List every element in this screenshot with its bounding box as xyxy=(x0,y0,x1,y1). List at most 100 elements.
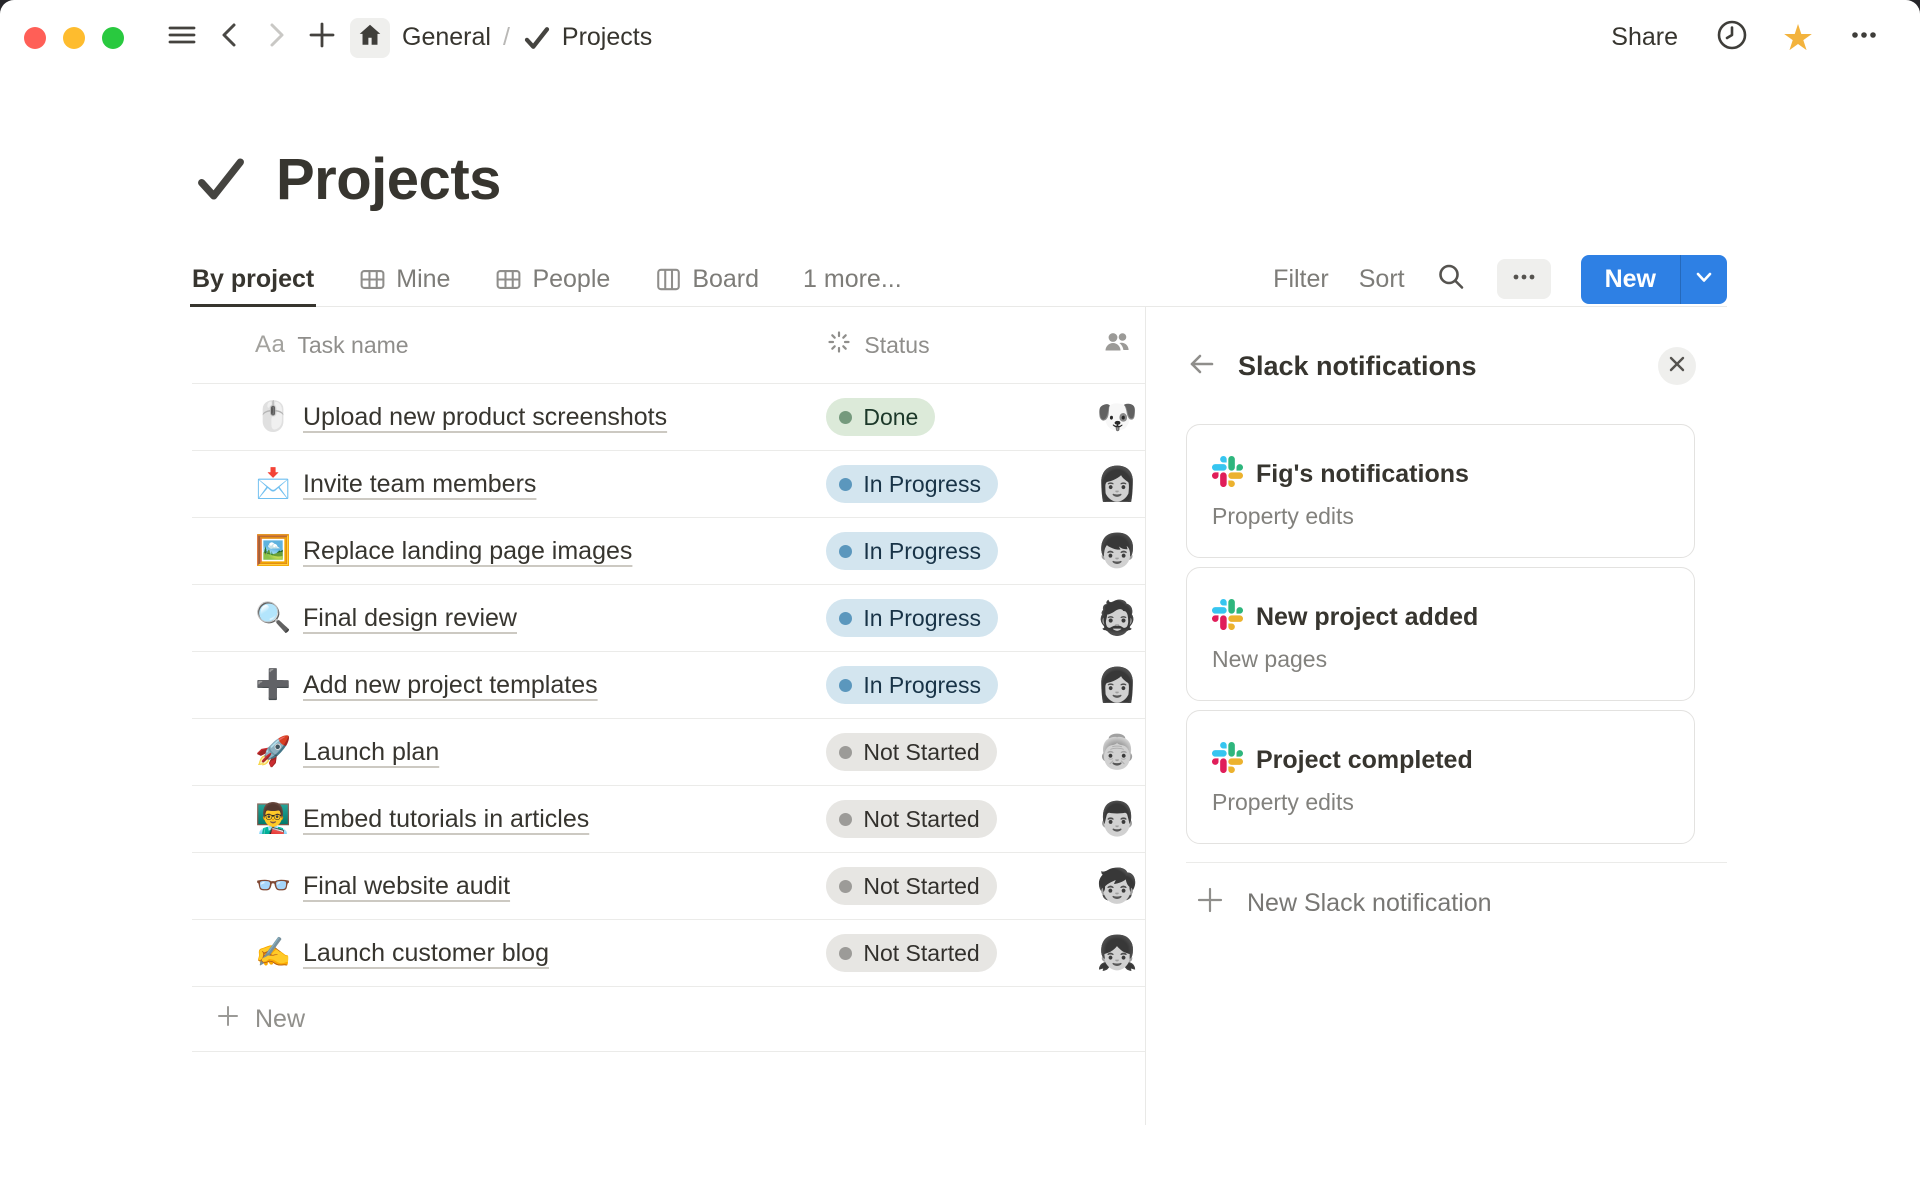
status-badge[interactable]: In Progress xyxy=(826,465,998,503)
people-icon xyxy=(1103,328,1131,362)
bearded-man-glasses-avatar[interactable]: 🧔 xyxy=(1098,599,1136,637)
view-tab-people[interactable]: People xyxy=(494,251,610,307)
slack-logo-icon xyxy=(1212,742,1243,778)
slack-notification-card[interactable]: New project added New pages xyxy=(1186,567,1695,701)
girl-dark-hair-avatar[interactable]: 👧 xyxy=(1098,934,1136,972)
ellipsis-icon xyxy=(1847,18,1881,57)
search-button[interactable] xyxy=(1435,261,1467,298)
sidebar-menu-button[interactable] xyxy=(162,18,202,58)
page-check-icon[interactable] xyxy=(192,150,250,208)
slack-logo-icon xyxy=(1212,456,1243,492)
star-icon: ★ xyxy=(1782,20,1814,56)
status-burst-icon xyxy=(826,329,852,361)
status-dot-icon xyxy=(839,612,852,625)
notification-card-subtitle: New pages xyxy=(1212,646,1694,673)
breadcrumb-root[interactable]: General xyxy=(402,23,491,52)
bald-man-avatar[interactable]: 👨 xyxy=(1098,800,1136,838)
new-slack-notification-button[interactable]: New Slack notification xyxy=(1186,883,1727,923)
task-link[interactable]: Embed tutorials in articles xyxy=(303,805,589,834)
close-window-button[interactable] xyxy=(24,27,46,49)
status-badge[interactable]: Not Started xyxy=(826,800,996,838)
new-dropdown-button[interactable] xyxy=(1680,255,1727,304)
status-label: Not Started xyxy=(863,806,979,833)
panel-back-button[interactable] xyxy=(1186,348,1218,385)
new-button[interactable]: New xyxy=(1581,255,1680,304)
teacher-emoji: 👨‍🏫 xyxy=(255,801,291,837)
status-badge[interactable]: Done xyxy=(826,398,935,436)
filter-button[interactable]: Filter xyxy=(1273,265,1329,294)
incoming-envelope-emoji: 📩 xyxy=(255,466,291,502)
table-row[interactable]: 🖼️ Replace landing page images In Progre… xyxy=(192,518,1145,585)
minimize-window-button[interactable] xyxy=(63,27,85,49)
status-badge[interactable]: In Progress xyxy=(826,666,998,704)
table-row[interactable]: 👓 Final website audit Not Started 🧒 xyxy=(192,853,1145,920)
status-badge[interactable]: Not Started xyxy=(826,867,996,905)
sketch-child-avatar[interactable]: 🧒 xyxy=(1098,867,1136,905)
table-row[interactable]: 🖱️ Upload new product screenshots Done 🐶 xyxy=(192,384,1145,451)
view-tab-mine[interactable]: Mine xyxy=(358,251,450,307)
table-row[interactable]: 🔍 Final design review In Progress 🧔 xyxy=(192,585,1145,652)
woman-dark-hair-avatar[interactable]: 👩 xyxy=(1098,465,1136,503)
task-link[interactable]: Launch plan xyxy=(303,738,439,767)
slack-notification-card[interactable]: Project completed Property edits xyxy=(1186,710,1695,844)
slack-notification-card[interactable]: Fig's notifications Property edits xyxy=(1186,424,1695,558)
new-task-row[interactable]: New xyxy=(192,987,1145,1052)
task-link[interactable]: Replace landing page images xyxy=(303,537,632,566)
zoom-window-button[interactable] xyxy=(102,27,124,49)
status-dot-icon xyxy=(839,947,852,960)
status-badge[interactable]: Not Started xyxy=(826,934,996,972)
column-header-status[interactable]: Status xyxy=(864,332,929,359)
task-link[interactable]: Invite team members xyxy=(303,470,536,499)
new-page-button[interactable] xyxy=(302,18,342,58)
home-button[interactable] xyxy=(350,18,390,58)
notification-card-subtitle: Property edits xyxy=(1212,789,1694,816)
status-badge[interactable]: In Progress xyxy=(826,532,998,570)
view-tab-label: Board xyxy=(692,265,759,294)
notification-card-subtitle: Property edits xyxy=(1212,503,1694,530)
column-header-task-name[interactable]: Task name xyxy=(297,332,408,359)
text-type-icon: Aa xyxy=(255,331,285,359)
page-title: Projects xyxy=(276,146,501,213)
check-icon xyxy=(522,23,552,53)
share-button[interactable]: Share xyxy=(1603,19,1686,56)
table-view-icon xyxy=(358,265,387,294)
table-row[interactable]: ➕ Add new project templates In Progress … xyxy=(192,652,1145,719)
breadcrumb-page[interactable]: Projects xyxy=(562,23,652,52)
table-row[interactable]: 👨‍🏫 Embed tutorials in articles Not Star… xyxy=(192,786,1145,853)
plus-icon xyxy=(215,1003,241,1036)
table-row[interactable]: ✍️ Launch customer blog Not Started 👧 xyxy=(192,920,1145,987)
status-dot-icon xyxy=(839,746,852,759)
task-link[interactable]: Final website audit xyxy=(303,872,510,901)
older-woman-glasses-avatar[interactable]: 👵 xyxy=(1098,733,1136,771)
new-task-label: New xyxy=(255,1005,305,1034)
task-link[interactable]: Add new project templates xyxy=(303,671,598,700)
favorite-button[interactable]: ★ xyxy=(1778,18,1818,58)
updates-clock-button[interactable] xyxy=(1712,18,1752,58)
curly-hair-avatar[interactable]: 👦 xyxy=(1098,532,1136,570)
view-tab-label: Mine xyxy=(396,265,450,294)
view-tab-by-project[interactable]: By project xyxy=(192,251,314,307)
view-tab-board[interactable]: Board xyxy=(654,251,759,307)
slack-notifications-panel: Slack notifications Fig's notifi xyxy=(1146,307,1727,1125)
more-options-button[interactable] xyxy=(1844,18,1884,58)
status-badge[interactable]: Not Started xyxy=(826,733,996,771)
status-badge[interactable]: In Progress xyxy=(826,599,998,637)
woman-side-bun-avatar[interactable]: 👩 xyxy=(1098,666,1136,704)
view-options-button[interactable] xyxy=(1497,259,1551,299)
forward-button[interactable] xyxy=(256,18,296,58)
table-row[interactable]: 📩 Invite team members In Progress 👩 xyxy=(192,451,1145,518)
task-link[interactable]: Upload new product screenshots xyxy=(303,403,667,432)
table-row[interactable]: 🚀 Launch plan Not Started 👵 xyxy=(192,719,1145,786)
back-button[interactable] xyxy=(210,18,250,58)
task-link[interactable]: Final design review xyxy=(303,604,517,633)
dog-sketch-avatar[interactable]: 🐶 xyxy=(1098,398,1136,436)
writing-hand-emoji: ✍️ xyxy=(255,935,291,971)
panel-close-button[interactable] xyxy=(1658,347,1696,385)
task-link[interactable]: Launch customer blog xyxy=(303,939,549,968)
status-dot-icon xyxy=(839,880,852,893)
sort-button[interactable]: Sort xyxy=(1359,265,1405,294)
plus-icon xyxy=(308,21,336,54)
status-label: Not Started xyxy=(863,739,979,766)
view-tab-1-more-[interactable]: 1 more... xyxy=(803,251,902,307)
status-label: In Progress xyxy=(863,538,981,565)
